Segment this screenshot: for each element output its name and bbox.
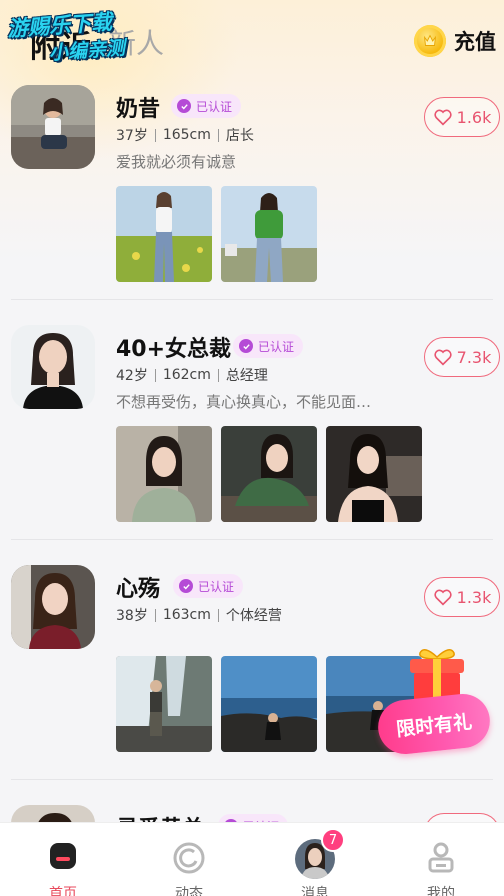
user-height: 162cm bbox=[162, 367, 211, 383]
profile-icon bbox=[428, 842, 454, 873]
recharge-label: 充值 bbox=[454, 30, 496, 54]
like-button[interactable]: 1.6k bbox=[424, 97, 500, 137]
verified-check-icon bbox=[177, 99, 191, 113]
verified-badge: 已认证 bbox=[233, 334, 304, 358]
divider bbox=[217, 608, 219, 622]
avatar[interactable] bbox=[11, 85, 95, 169]
home-icon bbox=[50, 843, 76, 869]
avatar[interactable] bbox=[11, 565, 95, 649]
coin-icon bbox=[414, 25, 446, 57]
user-name: 奶昔 bbox=[116, 97, 161, 122]
card-divider bbox=[11, 539, 493, 540]
user-bio: 不想再受伤，真心换真心，不能见面… bbox=[116, 393, 372, 411]
divider bbox=[217, 368, 219, 382]
unread-badge: 7 bbox=[321, 828, 345, 852]
user-height: 165cm bbox=[162, 127, 211, 143]
tab-mine-label: 我的 bbox=[427, 886, 455, 896]
like-button[interactable]: 7.3k bbox=[424, 337, 500, 377]
verified-check-icon bbox=[179, 579, 193, 593]
like-count: 1.3k bbox=[456, 587, 492, 607]
tab-messages-label: 消息 bbox=[301, 886, 329, 896]
user-age: 38岁 bbox=[116, 608, 148, 624]
photo[interactable] bbox=[221, 426, 317, 522]
tab-mine[interactable]: 我的 bbox=[378, 823, 504, 896]
card-divider bbox=[11, 779, 493, 780]
photo[interactable] bbox=[116, 656, 212, 752]
tab-home[interactable]: 首页 bbox=[0, 823, 126, 896]
photo[interactable] bbox=[326, 426, 422, 522]
user-age: 37岁 bbox=[116, 128, 148, 144]
divider bbox=[217, 128, 219, 142]
user-name: 心殇 bbox=[116, 577, 161, 602]
like-count: 1.6k bbox=[456, 107, 492, 127]
user-job: 个体经营 bbox=[225, 608, 282, 624]
user-bio: 爱我就必须有诚意 bbox=[116, 153, 237, 171]
top-header: 附近 新人 游赐乐下载 小编亲测 充值 bbox=[0, 0, 504, 80]
verified-badge: 已认证 bbox=[173, 574, 244, 598]
bottom-tab-bar: 首页 动态 7 消息 我的 bbox=[0, 822, 504, 896]
heart-icon bbox=[434, 589, 452, 606]
user-info: 38岁 163cm 个体经营 bbox=[116, 605, 282, 625]
user-age: 42岁 bbox=[116, 368, 148, 384]
verified-badge: 已认证 bbox=[171, 94, 242, 118]
photo-row bbox=[116, 186, 326, 282]
verified-label: 已认证 bbox=[198, 579, 235, 594]
user-job: 店长 bbox=[225, 128, 254, 144]
watermark-overlay: 游赐乐下载 小编亲测 bbox=[6, 3, 160, 73]
like-count: 7.3k bbox=[456, 347, 492, 367]
divider bbox=[154, 368, 156, 382]
heart-icon bbox=[434, 349, 452, 366]
user-height: 163cm bbox=[162, 607, 211, 623]
tab-home-label: 首页 bbox=[49, 886, 77, 896]
photo[interactable] bbox=[116, 186, 212, 282]
heart-icon bbox=[434, 109, 452, 126]
user-job: 总经理 bbox=[225, 368, 268, 384]
divider bbox=[154, 128, 156, 142]
photo-row bbox=[116, 426, 431, 522]
like-button[interactable]: 1.3k bbox=[424, 577, 500, 617]
limited-gift-promo[interactable]: 限时有礼 bbox=[375, 645, 494, 760]
verified-check-icon bbox=[239, 339, 253, 353]
photo[interactable] bbox=[221, 186, 317, 282]
card-divider bbox=[11, 299, 493, 300]
moments-icon bbox=[173, 842, 205, 874]
recharge-button[interactable]: 充值 bbox=[414, 24, 496, 58]
tab-messages[interactable]: 7 消息 bbox=[252, 823, 378, 896]
photo[interactable] bbox=[221, 656, 317, 752]
verified-label: 已认证 bbox=[258, 339, 295, 354]
gift-banner: 限时有礼 bbox=[375, 691, 493, 757]
user-info: 37岁 165cm 店长 bbox=[116, 125, 254, 145]
tab-moments[interactable]: 动态 bbox=[126, 823, 252, 896]
avatar[interactable] bbox=[11, 325, 95, 409]
tab-moments-label: 动态 bbox=[175, 886, 203, 896]
divider bbox=[154, 608, 156, 622]
user-info: 42岁 162cm 总经理 bbox=[116, 365, 268, 385]
user-name: 40+女总裁 bbox=[116, 337, 232, 362]
verified-label: 已认证 bbox=[196, 99, 233, 114]
photo[interactable] bbox=[116, 426, 212, 522]
